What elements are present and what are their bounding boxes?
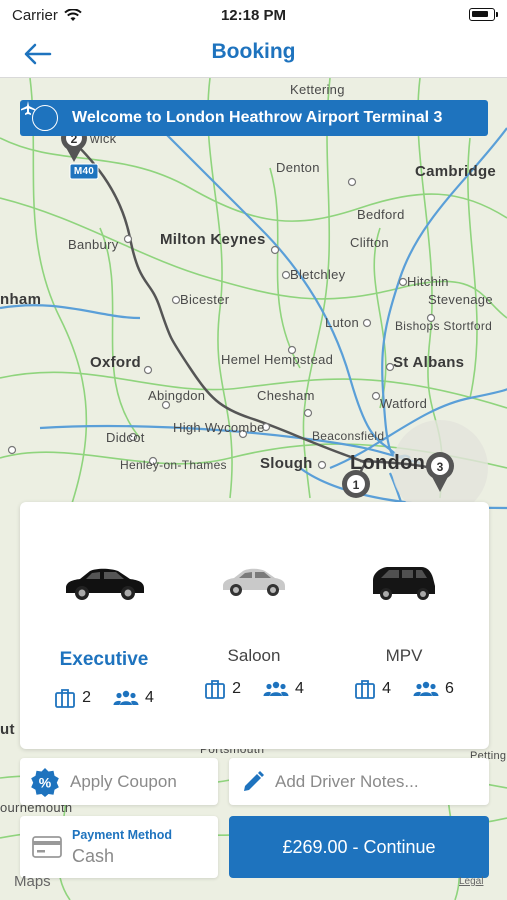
map-label-abingdon: Abingdon (148, 388, 206, 403)
map-label-london: London (350, 452, 426, 474)
passengers-icon (263, 681, 289, 696)
apply-coupon-label: Apply Coupon (70, 771, 177, 791)
apply-coupon-button[interactable]: % Apply Coupon (20, 758, 218, 805)
map-label-nham: nham (0, 291, 42, 308)
map-label-oxford: Oxford (90, 354, 141, 371)
wifi-icon (64, 8, 82, 21)
vehicle-capacity: 4 6 (326, 678, 482, 700)
passenger-count: 6 (445, 680, 454, 697)
payment-method-value: Cash (72, 845, 115, 866)
maps-logo-text: Maps (14, 873, 51, 890)
card-icon (32, 836, 62, 858)
map-label-slough: Slough (260, 455, 313, 472)
vehicle-capacity: 2 4 (26, 687, 182, 709)
legal-link[interactable]: Legal (459, 876, 483, 887)
welcome-banner: Welcome to London Heathrow Airport Termi… (20, 100, 488, 136)
map-label-st-albans: St Albans (393, 354, 465, 371)
page-title: Booking (211, 40, 296, 63)
nav-bar: Booking (0, 30, 507, 78)
passenger-count: 4 (295, 680, 304, 697)
welcome-banner-text: Welcome to London Heathrow Airport Termi… (72, 109, 443, 126)
vehicle-name: Executive (59, 649, 149, 670)
map-label-banbury: Banbury (68, 237, 119, 252)
battery-icon (469, 8, 498, 21)
map-label-bishops-stortford: Bishops Stortford (395, 319, 493, 333)
map-label-high-wycombe: High Wycombe (173, 420, 265, 435)
map-label-bletchley: Bletchley (290, 267, 346, 282)
vehicle-option-executive[interactable]: Executive 2 4 (26, 502, 182, 749)
map-label-clifton: Clifton (350, 235, 389, 250)
saloon-car-icon (176, 560, 332, 610)
map-label-watford: Watford (380, 396, 428, 411)
luggage-count: 2 (82, 689, 91, 706)
vehicle-name: Saloon (227, 646, 281, 665)
payment-method-label: Payment Method (72, 827, 173, 842)
airplane-icon (21, 101, 58, 131)
map-label-luton: Luton (325, 315, 360, 330)
vehicle-capacity: 2 4 (176, 678, 332, 700)
passenger-count: 4 (145, 689, 154, 706)
map-label-milton-keynes: Milton Keynes (160, 231, 266, 248)
vehicle-option-saloon[interactable]: Saloon 2 4 (176, 502, 332, 749)
map-label-henley: Henley-on-Thames (120, 458, 227, 472)
map-label-bicester: Bicester (180, 292, 230, 307)
carrier-info: Carrier (12, 7, 82, 24)
percent-badge-icon: % (31, 767, 59, 797)
map-label-hitchin: Hitchin (407, 274, 449, 289)
vehicle-selector: Executive 2 4 Saloon 2 4 MPV 4 6 (20, 502, 489, 749)
carrier-name: Carrier (12, 6, 58, 24)
payment-method-text: Payment Method Cash (72, 828, 172, 867)
continue-button[interactable]: £269.00 - Continue (229, 816, 489, 878)
map-label-beaconsfield: Beaconsfield (312, 429, 385, 443)
luggage-icon (355, 680, 375, 699)
svg-text:3: 3 (437, 460, 444, 474)
apple-maps-logo: Maps (14, 873, 51, 890)
luggage-count: 4 (382, 680, 391, 697)
map-label-chesham: Chesham (257, 388, 315, 403)
vehicle-name: MPV (385, 646, 423, 665)
map-label-denton: Denton (276, 160, 320, 175)
status-bar: Carrier 12:18 PM (0, 0, 507, 30)
luggage-icon (55, 689, 75, 708)
add-driver-notes-label: Add Driver Notes... (275, 771, 419, 791)
map-label-bedford: Bedford (357, 207, 405, 222)
map-label-cambridge: Cambridge (415, 163, 497, 180)
mpv-van-icon (326, 560, 482, 610)
m40-shield-label: M40 (73, 166, 95, 177)
payment-method-button[interactable]: Payment Method Cash (20, 816, 218, 878)
map-label-hemel-hempstead: Hemel Hempstead (221, 352, 334, 367)
add-driver-notes-button[interactable]: Add Driver Notes... (229, 758, 489, 805)
map-label-kettering: Kettering (290, 82, 345, 97)
map-label-uth: ut (0, 721, 15, 738)
passengers-icon (413, 681, 439, 696)
passengers-icon (113, 690, 139, 705)
map-label-didcot: Didcot (106, 430, 145, 445)
sedan-car-icon (26, 560, 182, 610)
svg-text:%: % (39, 774, 52, 790)
pencil-icon (244, 770, 264, 791)
svg-text:1: 1 (353, 478, 360, 492)
vehicle-option-mpv[interactable]: MPV 4 6 (326, 502, 482, 749)
luggage-icon (205, 680, 225, 699)
luggage-count: 2 (232, 680, 241, 697)
map-label-stevenage: Stevenage (428, 292, 493, 307)
